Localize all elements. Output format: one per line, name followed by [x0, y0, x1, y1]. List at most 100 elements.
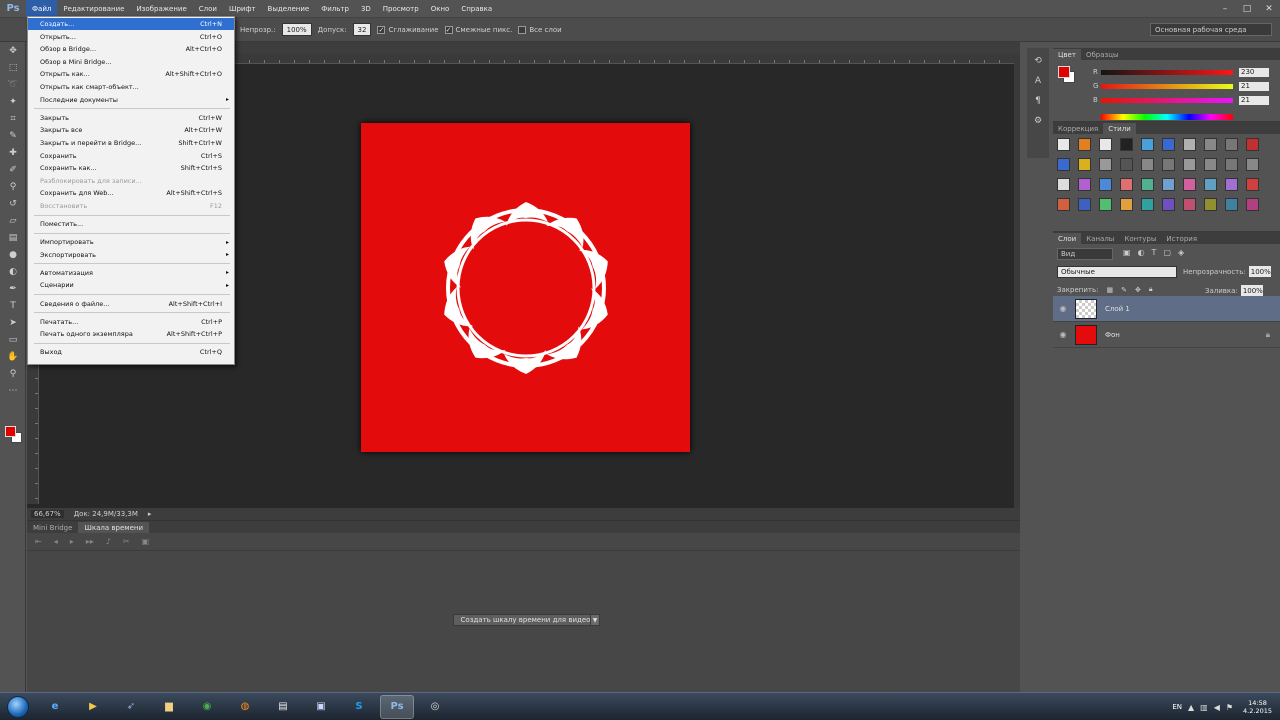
tray-arrow-icon[interactable]: ▲: [1188, 703, 1194, 712]
menu-file[interactable]: Файл: [26, 0, 58, 18]
style-swatch[interactable]: [1078, 158, 1091, 171]
opacity-input[interactable]: 100%: [281, 23, 312, 36]
slider-blue[interactable]: B 21: [1093, 95, 1277, 105]
layer-opacity-input[interactable]: 100%: [1248, 266, 1271, 277]
file-menu-item[interactable]: Открыть как... Alt+Shift+Ctrl+O: [28, 68, 234, 80]
mediaget-icon[interactable]: ➶: [114, 695, 148, 719]
recorder-icon[interactable]: ◎: [418, 695, 452, 719]
tab-color[interactable]: Цвет: [1053, 49, 1081, 60]
style-swatch[interactable]: [1162, 138, 1175, 151]
filter-type-icon[interactable]: T: [1152, 248, 1157, 257]
eraser-tool-icon[interactable]: ▱: [4, 213, 22, 229]
close-button[interactable]: ✕: [1258, 0, 1280, 18]
slider-track[interactable]: [1101, 83, 1233, 89]
document-canvas[interactable]: [361, 123, 690, 452]
style-swatch[interactable]: [1099, 138, 1112, 151]
style-swatch[interactable]: [1057, 158, 1070, 171]
eye-icon[interactable]: ◉: [1053, 304, 1073, 313]
layer-row[interactable]: ◉ Фон 🔒︎: [1053, 322, 1280, 348]
media-player-icon[interactable]: ▶: [76, 695, 110, 719]
more-tools-icon[interactable]: ⋯: [4, 383, 22, 399]
file-menu-item[interactable]: Закрыть все Alt+Ctrl+W: [28, 124, 234, 136]
vertical-scrollbar[interactable]: [1014, 54, 1020, 510]
network-icon[interactable]: ▥: [1200, 703, 1208, 712]
tab-history[interactable]: История: [1161, 233, 1202, 244]
flag-icon[interactable]: ⚑: [1226, 703, 1233, 712]
layer-fill-input[interactable]: 100%: [1240, 285, 1263, 296]
type-tool-icon[interactable]: T: [4, 298, 22, 314]
color-panel-foreground-swatch[interactable]: [1058, 66, 1070, 78]
magic-wand-tool-icon[interactable]: ✦: [4, 94, 22, 110]
minimize-button[interactable]: –: [1214, 0, 1236, 18]
style-swatch[interactable]: [1183, 198, 1196, 211]
tab-mini-bridge[interactable]: Mini Bridge: [27, 522, 78, 533]
crop-tool-icon[interactable]: ⌗: [4, 111, 22, 127]
style-swatch[interactable]: [1120, 178, 1133, 191]
file-menu-item[interactable]: Последние документы ▸: [28, 94, 234, 106]
color-spectrum-bar[interactable]: [1101, 114, 1233, 120]
tab-timeline[interactable]: Шкала времени: [78, 522, 150, 533]
maximize-button[interactable]: □: [1236, 0, 1258, 18]
brush-tool-icon[interactable]: ✐: [4, 162, 22, 178]
go-first-frame-icon[interactable]: ⇤: [35, 537, 42, 546]
menu-view[interactable]: Просмотр: [377, 0, 425, 18]
filter-adjustment-icon[interactable]: ◐: [1138, 248, 1145, 257]
transition-icon[interactable]: ▣: [142, 537, 150, 546]
style-swatch[interactable]: [1141, 158, 1154, 171]
style-swatch[interactable]: [1162, 198, 1175, 211]
all-layers-checkbox[interactable]: Все слои: [518, 25, 562, 34]
ie-icon[interactable]: e: [38, 695, 72, 719]
menu-select[interactable]: Выделение: [262, 0, 316, 18]
file-menu-item[interactable]: Открыть как смарт-объект...: [28, 81, 234, 93]
style-swatch[interactable]: [1204, 198, 1217, 211]
gradient-tool-icon[interactable]: ▤: [4, 230, 22, 246]
menu-help[interactable]: Справка: [455, 0, 498, 18]
audio-icon[interactable]: ♪: [106, 537, 111, 546]
style-swatch[interactable]: [1204, 178, 1217, 191]
slider-red[interactable]: R 230: [1093, 67, 1277, 77]
firefox-icon[interactable]: ◍: [228, 695, 262, 719]
style-swatch[interactable]: [1225, 198, 1238, 211]
style-swatch[interactable]: [1099, 198, 1112, 211]
timeline-dropdown-arrow-icon[interactable]: ▼: [590, 614, 600, 626]
language-indicator[interactable]: EN: [1172, 703, 1182, 711]
style-swatch[interactable]: [1246, 138, 1259, 151]
style-swatch[interactable]: [1162, 178, 1175, 191]
skype-icon[interactable]: S: [342, 695, 376, 719]
move-tool-icon[interactable]: ✥: [4, 43, 22, 59]
file-menu-item[interactable]: Сохранить для Web... Alt+Shift+Ctrl+S: [28, 187, 234, 199]
split-icon[interactable]: ✂: [123, 537, 130, 546]
zoom-tool-icon[interactable]: ⚲: [4, 366, 22, 382]
paragraph-icon[interactable]: ¶: [1031, 94, 1045, 108]
menu-image[interactable]: Изображение: [130, 0, 192, 18]
file-menu-item[interactable]: Закрыть Ctrl+W: [28, 112, 234, 124]
style-swatch[interactable]: [1246, 178, 1259, 191]
history-icon[interactable]: ⟲: [1031, 54, 1045, 68]
zoom-level[interactable]: 66,67%: [31, 510, 64, 518]
filter-pixel-icon[interactable]: ▣: [1123, 248, 1131, 257]
style-swatch[interactable]: [1246, 158, 1259, 171]
path-selection-tool-icon[interactable]: ➤: [4, 315, 22, 331]
menu-type[interactable]: Шрифт: [223, 0, 262, 18]
chrome-icon[interactable]: ◉: [190, 695, 224, 719]
volume-icon[interactable]: ◀: [1214, 703, 1220, 712]
folder-icon[interactable]: ▆: [152, 695, 186, 719]
style-swatch[interactable]: [1225, 158, 1238, 171]
blur-tool-icon[interactable]: ●: [4, 247, 22, 263]
file-menu-item[interactable]: Поместить...: [28, 218, 234, 230]
status-menu-arrow-icon[interactable]: ▸: [148, 510, 152, 518]
healing-brush-tool-icon[interactable]: ✚: [4, 145, 22, 161]
start-button[interactable]: [0, 693, 36, 720]
contiguous-checkbox[interactable]: ✓ Смежные пикс.: [444, 25, 512, 34]
style-swatch[interactable]: [1120, 158, 1133, 171]
style-swatch[interactable]: [1141, 198, 1154, 211]
properties-icon[interactable]: ⚙: [1031, 114, 1045, 128]
tab-swatches[interactable]: Образцы: [1081, 49, 1124, 60]
file-menu-item[interactable]: Экспортировать ▸: [28, 249, 234, 261]
file-menu-item[interactable]: Обзор в Bridge... Alt+Ctrl+O: [28, 43, 234, 55]
file-menu-item[interactable]: Импортировать ▸: [28, 236, 234, 248]
menu-filter[interactable]: Фильтр: [315, 0, 355, 18]
eye-icon[interactable]: ◉: [1053, 330, 1073, 339]
style-swatch[interactable]: [1246, 198, 1259, 211]
style-swatch[interactable]: [1078, 138, 1091, 151]
